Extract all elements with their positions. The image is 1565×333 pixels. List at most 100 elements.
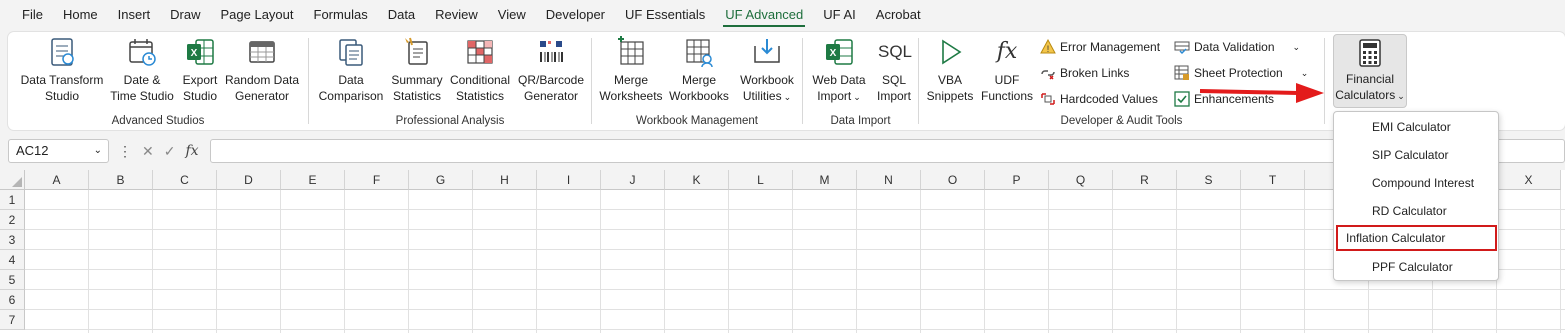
data-comparison-label-2: Comparison (318, 89, 384, 103)
menu-item-rd-calculator[interactable]: RD Calculator (1336, 198, 1496, 224)
date-time-label-2: Time Studio (110, 89, 174, 103)
broken-links-label: Broken Links (1060, 66, 1130, 80)
svg-text:X: X (191, 48, 198, 59)
merge-worksheets-icon (618, 36, 644, 65)
export-studio-button[interactable]: X Export Studio (178, 36, 222, 104)
tab-acrobat[interactable]: Acrobat (866, 0, 931, 30)
column-header[interactable]: P (985, 170, 1049, 190)
more-options-icon[interactable]: ⋮ (118, 143, 132, 160)
tab-view[interactable]: View (488, 0, 536, 30)
row-header[interactable]: 6 (0, 290, 25, 310)
sql-import-button[interactable]: SQL SQL Import (873, 36, 915, 104)
column-header[interactable]: X (1497, 170, 1561, 190)
error-management-button[interactable]: ! Error Management (1040, 37, 1160, 57)
column-header[interactable]: B (89, 170, 153, 190)
spreadsheet-grid[interactable]: ABCDEFGHIJKLMNOPQRST X 1234567 (0, 170, 1565, 333)
name-box-value: AC12 (16, 143, 49, 158)
group-label-workbook-management: Workbook Management (636, 115, 758, 127)
tab-data[interactable]: Data (378, 0, 425, 30)
cancel-icon[interactable]: ✕ (142, 143, 154, 160)
grid-row-line (25, 289, 1565, 290)
column-header[interactable]: T (1241, 170, 1305, 190)
column-header[interactable]: K (665, 170, 729, 190)
financial-calculators-button[interactable]: Financial Calculators ⌄ (1333, 34, 1407, 108)
row-header[interactable]: 3 (0, 230, 25, 250)
data-transform-studio-button[interactable]: Data Transform Studio (18, 36, 106, 104)
row-header[interactable]: 1 (0, 190, 25, 210)
column-header[interactable]: O (921, 170, 985, 190)
row-header[interactable]: 7 (0, 310, 25, 330)
menu-item-inflation-calculator[interactable]: Inflation Calculator (1336, 225, 1497, 251)
column-header[interactable]: A (25, 170, 89, 190)
summary-statistics-button[interactable]: Summary Statistics (389, 36, 445, 104)
name-box[interactable]: AC12 ⌄ (8, 139, 109, 163)
broken-links-button[interactable]: Broken Links (1040, 63, 1129, 83)
column-header[interactable]: S (1177, 170, 1241, 190)
select-all-corner[interactable] (0, 170, 25, 190)
random-label-1: Random Data (224, 73, 300, 87)
workbook-utilities-button[interactable]: Workbook Utilities ⌄ (734, 36, 800, 105)
merge-workbooks-button[interactable]: Merge Workbooks (666, 36, 732, 104)
tab-review[interactable]: Review (425, 0, 488, 30)
udf-functions-button[interactable]: fx UDF Functions (977, 36, 1037, 104)
menu-item-compound-interest[interactable]: Compound Interest (1336, 170, 1496, 196)
tab-uf-ai[interactable]: UF AI (813, 0, 866, 30)
column-header[interactable]: F (345, 170, 409, 190)
group-label-professional-analysis: Professional Analysis (395, 115, 505, 127)
data-validation-button[interactable]: Data Validation ⌄ (1174, 37, 1300, 57)
menu-item-sip-calculator[interactable]: SIP Calculator (1336, 142, 1496, 168)
conditional-statistics-button[interactable]: Conditional Statistics (447, 36, 513, 104)
financial-calculators-content: Financial Calculators ⌄ (1334, 39, 1406, 104)
chevron-down-icon[interactable]: ⌄ (94, 140, 102, 162)
column-header[interactable]: H (473, 170, 537, 190)
group-workbook-management: Merge Worksheets Merge Workbooks Workboo… (592, 32, 802, 130)
tab-draw[interactable]: Draw (160, 0, 210, 30)
column-header[interactable]: J (601, 170, 665, 190)
web-data-import-button[interactable]: X Web Data Import ⌄ (807, 36, 871, 105)
sheet-protection-label: Sheet Protection (1194, 66, 1283, 80)
data-comparison-button[interactable]: Data Comparison (315, 36, 387, 104)
group-advanced-studios: Data Transform Studio Date & Time Studio… (8, 32, 308, 130)
ribbon: Data Transform Studio Date & Time Studio… (8, 32, 1565, 130)
row-header[interactable]: 5 (0, 270, 25, 290)
chevron-down-icon[interactable]: ⌄ (1293, 42, 1301, 53)
summary-statistics-icon (405, 37, 428, 65)
row-header[interactable]: 4 (0, 250, 25, 270)
tab-insert[interactable]: Insert (108, 0, 161, 30)
menu-item-ppf-calculator[interactable]: PPF Calculator (1336, 254, 1496, 280)
merge-ws-label-2: Worksheets (599, 89, 663, 103)
column-header[interactable]: C (153, 170, 217, 190)
merge-workbooks-icon (686, 39, 713, 68)
insert-function-icon[interactable]: fx (185, 143, 198, 159)
hardcoded-values-button[interactable]: Hardcoded Values (1040, 89, 1158, 109)
merge-worksheets-button[interactable]: Merge Worksheets (598, 36, 664, 104)
chevron-down-icon[interactable]: ⌄ (1301, 68, 1309, 79)
row-header[interactable]: 2 (0, 210, 25, 230)
tab-home[interactable]: Home (53, 0, 108, 30)
column-header[interactable]: M (793, 170, 857, 190)
menu-item-emi-calculator[interactable]: EMI Calculator (1336, 114, 1496, 140)
tab-page-layout[interactable]: Page Layout (211, 0, 304, 30)
column-header[interactable]: D (217, 170, 281, 190)
grid-column-line (216, 190, 217, 333)
tab-developer[interactable]: Developer (536, 0, 615, 30)
enter-check-icon[interactable]: ✓ (164, 143, 176, 160)
tab-file[interactable]: File (12, 0, 53, 30)
svg-text:X: X (830, 48, 837, 59)
tab-uf-essentials[interactable]: UF Essentials (615, 0, 715, 30)
sheet-protection-icon (1174, 65, 1189, 80)
column-header[interactable]: N (857, 170, 921, 190)
qr-barcode-generator-button[interactable]: QR/Barcode Generator (515, 36, 587, 104)
random-data-generator-button[interactable]: Random Data Generator (224, 36, 300, 104)
tab-formulas[interactable]: Formulas (304, 0, 378, 30)
tab-uf-advanced[interactable]: UF Advanced (715, 0, 813, 30)
column-header[interactable]: E (281, 170, 345, 190)
group-label-developer-audit-tools: Developer & Audit Tools (1060, 115, 1183, 127)
vba-snippets-button[interactable]: VBA Snippets (925, 36, 975, 104)
column-header[interactable]: I (537, 170, 601, 190)
column-header[interactable]: L (729, 170, 793, 190)
column-header[interactable]: G (409, 170, 473, 190)
column-header[interactable]: R (1113, 170, 1177, 190)
column-header[interactable]: Q (1049, 170, 1113, 190)
date-time-studio-button[interactable]: Date & Time Studio (108, 36, 176, 104)
